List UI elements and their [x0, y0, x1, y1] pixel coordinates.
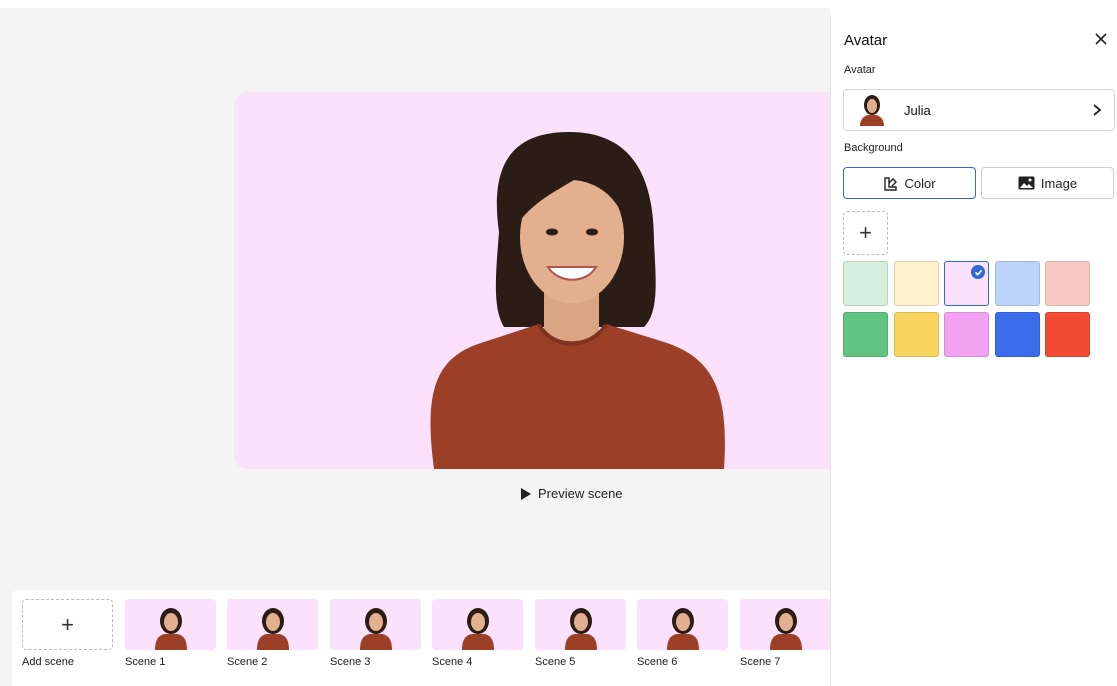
color-swatch[interactable]	[944, 312, 989, 357]
background-section-label: Background	[844, 142, 903, 154]
panel-title: Avatar	[844, 32, 888, 49]
color-swatch[interactable]	[843, 261, 888, 306]
preview-scene-button[interactable]: Preview scene	[520, 486, 623, 501]
avatar-name: Julia	[904, 102, 931, 118]
scene-thumbnail[interactable]: Scene 1	[125, 599, 216, 668]
background-color-tab[interactable]: Color	[843, 167, 976, 199]
scene-label: Scene 1	[125, 656, 166, 668]
check-icon	[971, 265, 985, 279]
scene-label: Scene 7	[740, 656, 781, 668]
scene-thumbnail[interactable]: Scene 2	[227, 599, 318, 668]
paint-palette-icon	[884, 176, 898, 191]
scene-preview-image	[125, 599, 216, 650]
scene-label: Scene 5	[535, 656, 576, 668]
color-swatch[interactable]	[994, 261, 1040, 306]
color-swatch[interactable]	[893, 312, 939, 357]
scene-label: Scene 6	[637, 656, 678, 668]
scene-thumbnail[interactable]: Scene 5	[535, 599, 626, 668]
scene-preview-image	[535, 599, 626, 650]
scene-thumbnail[interactable]: Scene 7	[740, 599, 831, 668]
color-swatch[interactable]	[1045, 312, 1090, 357]
scene-preview-image	[637, 599, 728, 650]
editor-stage: Preview scene	[0, 8, 854, 686]
scene-thumbnail[interactable]: Scene 4	[432, 599, 523, 668]
avatar-selector[interactable]: Julia	[843, 89, 1115, 131]
scene-thumbnail[interactable]: Scene 3	[330, 599, 421, 668]
add-scene-label: Add scene	[22, 656, 74, 668]
add-color-button[interactable]: +	[843, 211, 888, 255]
preview-scene-label: Preview scene	[538, 486, 623, 501]
color-swatch[interactable]	[944, 261, 989, 306]
plus-icon: +	[859, 220, 872, 245]
color-tab-label: Color	[904, 175, 936, 191]
avatar-section-label: Avatar	[844, 64, 876, 76]
image-tab-label: Image	[1040, 175, 1078, 191]
scene-preview-image	[227, 599, 318, 650]
scene-preview-image	[330, 599, 421, 650]
image-icon	[1018, 176, 1035, 190]
color-swatch[interactable]	[893, 261, 939, 306]
scene-label: Scene 2	[227, 656, 268, 668]
avatar-settings-panel: Avatar Avatar Julia Background Color Ima…	[830, 15, 1117, 686]
scene-canvas[interactable]	[234, 92, 854, 469]
color-swatch-grid	[843, 261, 1103, 357]
color-swatch[interactable]	[994, 312, 1040, 357]
close-icon[interactable]	[1093, 31, 1109, 47]
color-swatch[interactable]	[1045, 261, 1090, 306]
play-icon	[521, 487, 531, 500]
scene-thumbnail[interactable]: Scene 6	[637, 599, 728, 668]
avatar-figure	[430, 132, 725, 469]
scene-filmstrip: + Add scene Scene 1 Scene 2 Scene 3 Scen…	[12, 590, 842, 686]
add-scene-button[interactable]: + Add scene	[22, 599, 113, 668]
color-swatch[interactable]	[843, 312, 888, 357]
avatar-thumbnail	[857, 94, 887, 126]
plus-icon: +	[22, 599, 113, 650]
scene-label: Scene 3	[330, 656, 371, 668]
scene-label: Scene 4	[432, 656, 473, 668]
scene-preview-image	[432, 599, 523, 650]
scene-preview-image	[740, 599, 831, 650]
background-image-tab[interactable]: Image	[981, 167, 1114, 199]
chevron-right-icon	[1093, 104, 1102, 116]
